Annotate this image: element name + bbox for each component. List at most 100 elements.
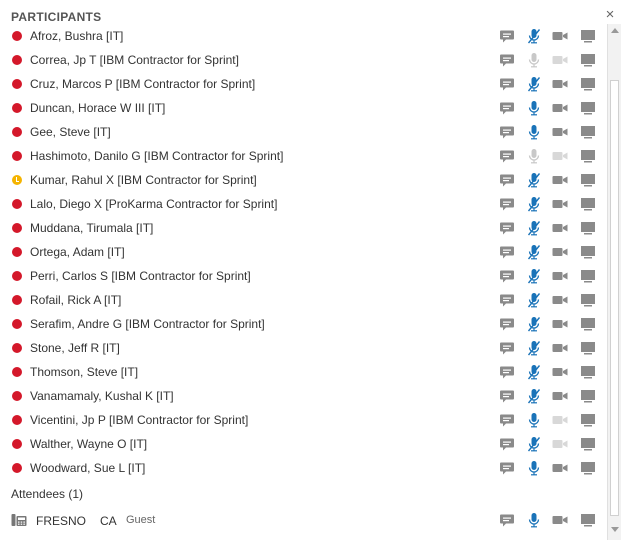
microphone-icon[interactable] bbox=[526, 52, 542, 68]
monitor-icon[interactable] bbox=[580, 196, 596, 212]
video-camera-icon[interactable] bbox=[552, 316, 568, 332]
video-camera-icon[interactable] bbox=[552, 220, 568, 236]
monitor-icon[interactable] bbox=[580, 28, 596, 44]
close-icon[interactable]: × bbox=[603, 7, 617, 22]
scroll-down-arrow[interactable] bbox=[611, 527, 619, 532]
microphone-icon[interactable] bbox=[526, 124, 542, 140]
participant-row[interactable]: Woodward, Sue L [IT] bbox=[0, 456, 607, 480]
microphone-icon[interactable] bbox=[526, 364, 542, 380]
microphone-icon[interactable] bbox=[526, 268, 542, 284]
monitor-icon[interactable] bbox=[580, 388, 596, 404]
monitor-icon[interactable] bbox=[580, 76, 596, 92]
participant-row[interactable]: Perri, Carlos S [IBM Contractor for Spri… bbox=[0, 264, 607, 288]
microphone-icon[interactable] bbox=[526, 292, 542, 308]
microphone-icon[interactable] bbox=[526, 316, 542, 332]
participant-row[interactable]: Ortega, Adam [IT] bbox=[0, 240, 607, 264]
video-camera-icon[interactable] bbox=[552, 340, 568, 356]
monitor-icon[interactable] bbox=[580, 460, 596, 476]
participant-row[interactable]: Thomson, Steve [IT] bbox=[0, 360, 607, 384]
chat-bubble-icon[interactable] bbox=[499, 388, 515, 404]
monitor-icon[interactable] bbox=[580, 364, 596, 380]
microphone-icon[interactable] bbox=[526, 148, 542, 164]
participant-row[interactable]: Lalo, Diego X [ProKarma Contractor for S… bbox=[0, 192, 607, 216]
chat-bubble-icon[interactable] bbox=[499, 460, 515, 476]
video-camera-icon[interactable] bbox=[552, 28, 568, 44]
participant-row[interactable]: Serafim, Andre G [IBM Contractor for Spr… bbox=[0, 312, 607, 336]
video-camera-icon[interactable] bbox=[552, 364, 568, 380]
chat-bubble-icon[interactable] bbox=[499, 52, 515, 68]
participant-row[interactable]: Walther, Wayne O [IT] bbox=[0, 432, 607, 456]
chat-bubble-icon[interactable] bbox=[499, 100, 515, 116]
monitor-icon[interactable] bbox=[580, 512, 596, 528]
chat-bubble-icon[interactable] bbox=[499, 436, 515, 452]
monitor-icon[interactable] bbox=[580, 172, 596, 188]
participant-row[interactable]: Muddana, Tirumala [IT] bbox=[0, 216, 607, 240]
video-camera-icon[interactable] bbox=[552, 76, 568, 92]
monitor-icon[interactable] bbox=[580, 244, 596, 260]
chat-bubble-icon[interactable] bbox=[499, 124, 515, 140]
chat-bubble-icon[interactable] bbox=[499, 364, 515, 380]
participant-row[interactable]: Gee, Steve [IT] bbox=[0, 120, 607, 144]
video-camera-icon[interactable] bbox=[552, 196, 568, 212]
participant-row[interactable]: Vanamamaly, Kushal K [IT] bbox=[0, 384, 607, 408]
video-camera-icon[interactable] bbox=[552, 268, 568, 284]
scroll-up-arrow[interactable] bbox=[611, 28, 619, 33]
participant-row[interactable]: Vicentini, Jp P [IBM Contractor for Spri… bbox=[0, 408, 607, 432]
chat-bubble-icon[interactable] bbox=[499, 76, 515, 92]
video-camera-icon[interactable] bbox=[552, 436, 568, 452]
chat-bubble-icon[interactable] bbox=[499, 148, 515, 164]
microphone-icon[interactable] bbox=[526, 388, 542, 404]
chat-bubble-icon[interactable] bbox=[499, 196, 515, 212]
monitor-icon[interactable] bbox=[580, 220, 596, 236]
microphone-icon[interactable] bbox=[526, 340, 542, 356]
video-camera-icon[interactable] bbox=[552, 388, 568, 404]
video-camera-icon[interactable] bbox=[552, 244, 568, 260]
microphone-icon[interactable] bbox=[526, 436, 542, 452]
microphone-icon[interactable] bbox=[526, 512, 542, 528]
video-camera-icon[interactable] bbox=[552, 460, 568, 476]
video-camera-icon[interactable] bbox=[552, 512, 568, 528]
monitor-icon[interactable] bbox=[580, 412, 596, 428]
video-camera-icon[interactable] bbox=[552, 52, 568, 68]
microphone-icon[interactable] bbox=[526, 172, 542, 188]
chat-bubble-icon[interactable] bbox=[499, 316, 515, 332]
microphone-icon[interactable] bbox=[526, 28, 542, 44]
monitor-icon[interactable] bbox=[580, 436, 596, 452]
chat-bubble-icon[interactable] bbox=[499, 512, 515, 528]
participant-row[interactable]: Kumar, Rahul X [IBM Contractor for Sprin… bbox=[0, 168, 607, 192]
video-camera-icon[interactable] bbox=[552, 292, 568, 308]
monitor-icon[interactable] bbox=[580, 268, 596, 284]
chat-bubble-icon[interactable] bbox=[499, 244, 515, 260]
video-camera-icon[interactable] bbox=[552, 100, 568, 116]
monitor-icon[interactable] bbox=[580, 316, 596, 332]
monitor-icon[interactable] bbox=[580, 148, 596, 164]
chat-bubble-icon[interactable] bbox=[499, 292, 515, 308]
monitor-icon[interactable] bbox=[580, 100, 596, 116]
monitor-icon[interactable] bbox=[580, 340, 596, 356]
chat-bubble-icon[interactable] bbox=[499, 28, 515, 44]
participant-row[interactable]: Stone, Jeff R [IT] bbox=[0, 336, 607, 360]
video-camera-icon[interactable] bbox=[552, 124, 568, 140]
participant-row[interactable]: Cruz, Marcos P [IBM Contractor for Sprin… bbox=[0, 72, 607, 96]
video-camera-icon[interactable] bbox=[552, 148, 568, 164]
microphone-icon[interactable] bbox=[526, 244, 542, 260]
attendee-row[interactable]: FRESNO CA Guest bbox=[0, 508, 607, 532]
microphone-icon[interactable] bbox=[526, 460, 542, 476]
microphone-icon[interactable] bbox=[526, 76, 542, 92]
monitor-icon[interactable] bbox=[580, 292, 596, 308]
chat-bubble-icon[interactable] bbox=[499, 172, 515, 188]
chat-bubble-icon[interactable] bbox=[499, 268, 515, 284]
scroll-thumb[interactable] bbox=[610, 80, 619, 516]
chat-bubble-icon[interactable] bbox=[499, 220, 515, 236]
participant-row[interactable]: Afroz, Bushra [IT] bbox=[0, 24, 607, 48]
microphone-icon[interactable] bbox=[526, 412, 542, 428]
video-camera-icon[interactable] bbox=[552, 412, 568, 428]
microphone-icon[interactable] bbox=[526, 100, 542, 116]
chat-bubble-icon[interactable] bbox=[499, 340, 515, 356]
chat-bubble-icon[interactable] bbox=[499, 412, 515, 428]
scrollbar[interactable] bbox=[607, 24, 621, 540]
monitor-icon[interactable] bbox=[580, 124, 596, 140]
monitor-icon[interactable] bbox=[580, 52, 596, 68]
participant-row[interactable]: Rofail, Rick A [IT] bbox=[0, 288, 607, 312]
participant-row[interactable]: Duncan, Horace W III [IT] bbox=[0, 96, 607, 120]
